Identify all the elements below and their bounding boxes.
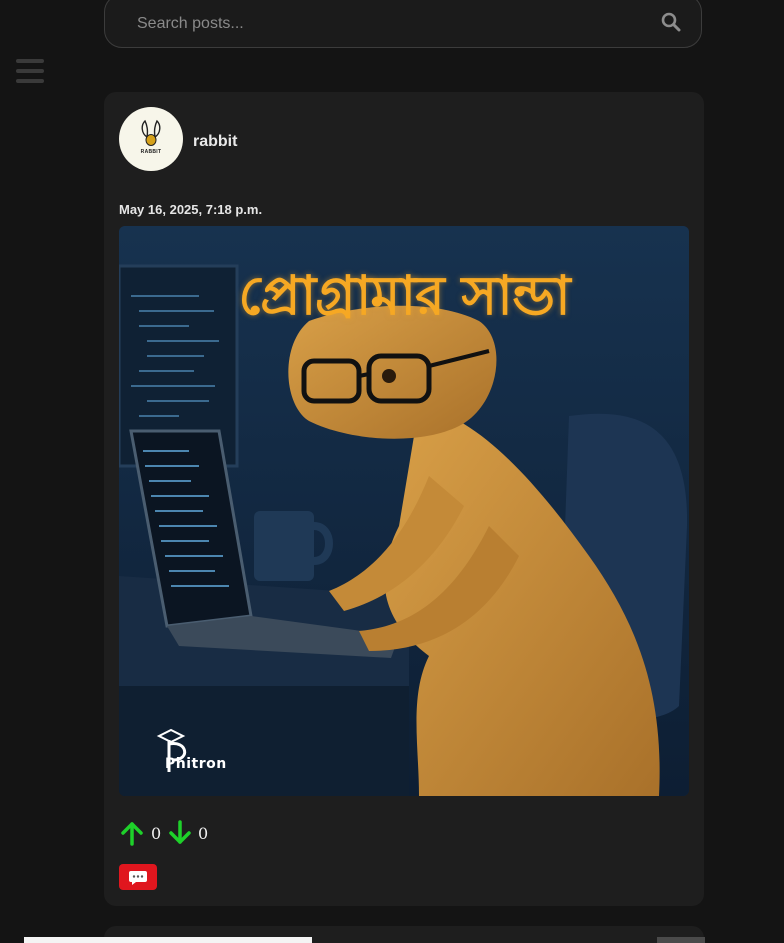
downvote-count: 0 bbox=[198, 824, 209, 843]
post-card: RABBIT rabbit May 16, 2025, 7:18 p.m. প্… bbox=[104, 92, 704, 906]
speech-bubble-icon bbox=[129, 871, 147, 885]
search-icon[interactable] bbox=[661, 12, 681, 32]
arrow-up-icon[interactable] bbox=[119, 820, 145, 846]
post-image[interactable]: প্রোগ্রামার সান্ডা Phitron bbox=[119, 226, 689, 796]
search-bar bbox=[104, 0, 702, 48]
post-username[interactable]: rabbit bbox=[193, 133, 237, 151]
post-image-title: প্রোগ্রামার সান্ডা bbox=[238, 264, 570, 327]
page: RABBIT rabbit May 16, 2025, 7:18 p.m. bbox=[0, 0, 784, 943]
rabbit-logo-icon bbox=[141, 119, 161, 146]
avatar-text: RABBIT bbox=[140, 149, 162, 155]
upvote-count: 0 bbox=[151, 824, 162, 843]
search-input[interactable] bbox=[135, 9, 639, 39]
hamburger-menu-icon[interactable] bbox=[16, 59, 44, 83]
post-timestamp: May 16, 2025, 7:18 p.m. bbox=[119, 202, 263, 217]
post-image-brand: Phitron bbox=[165, 756, 227, 772]
hamburger-line bbox=[16, 69, 44, 73]
arrow-down-icon[interactable] bbox=[167, 820, 193, 846]
avatar[interactable]: RABBIT bbox=[119, 107, 183, 171]
scrollbar-thumb[interactable] bbox=[657, 937, 705, 943]
hamburger-line bbox=[16, 59, 44, 63]
scrollbar-track[interactable] bbox=[24, 937, 312, 943]
comment-button[interactable] bbox=[119, 864, 157, 890]
hamburger-line bbox=[16, 79, 44, 83]
